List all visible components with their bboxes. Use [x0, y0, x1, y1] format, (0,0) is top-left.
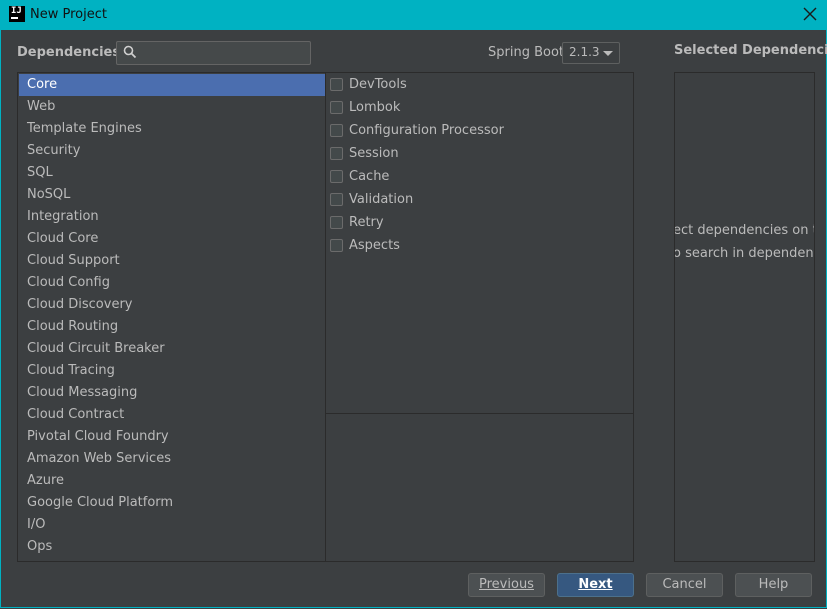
- dependency-label: Cache: [349, 169, 390, 184]
- category-item[interactable]: Cloud Contract: [19, 404, 325, 426]
- cancel-button[interactable]: Cancel: [646, 573, 723, 597]
- selected-hint-line-2: o search in dependencie: [675, 246, 814, 261]
- selected-dependencies-panel: ect dependencies on the o search in depe…: [674, 72, 815, 562]
- dependency-checkbox[interactable]: [330, 170, 343, 183]
- dependency-checkbox[interactable]: [330, 124, 343, 137]
- dependency-label: Retry: [349, 215, 384, 230]
- category-item[interactable]: Google Cloud Platform: [19, 492, 325, 514]
- spring-boot-label: Spring Boot: [488, 45, 565, 60]
- spring-boot-version-select[interactable]: 2.1.3: [562, 42, 620, 64]
- category-item[interactable]: Cloud Routing: [19, 316, 325, 338]
- dependency-item[interactable]: Aspects: [329, 235, 619, 257]
- dependency-checkbox[interactable]: [330, 193, 343, 206]
- dependency-item[interactable]: Retry: [329, 212, 619, 234]
- spring-boot-version-value: 2.1.3: [569, 45, 600, 59]
- dependency-label: Lombok: [349, 100, 401, 115]
- category-list: Core Web Template Engines Security SQL NoSQL I…: [17, 72, 326, 562]
- dependency-checkbox[interactable]: [330, 78, 343, 91]
- dependency-checkbox[interactable]: [330, 216, 343, 229]
- dependency-checkbox[interactable]: [330, 101, 343, 114]
- dependency-checkbox[interactable]: [330, 239, 343, 252]
- dependency-item[interactable]: Cache: [329, 166, 619, 188]
- category-item[interactable]: Security: [19, 140, 325, 162]
- next-button-label: Next: [578, 577, 613, 592]
- previous-button[interactable]: Previous: [468, 573, 545, 597]
- help-button[interactable]: Help: [735, 573, 812, 597]
- dependency-item[interactable]: DevTools: [329, 74, 619, 96]
- search-input[interactable]: [116, 41, 311, 65]
- category-item[interactable]: Integration: [19, 206, 325, 228]
- category-item[interactable]: Azure: [19, 470, 325, 492]
- category-item[interactable]: Cloud Messaging: [19, 382, 325, 404]
- cancel-button-label: Cancel: [662, 577, 707, 592]
- dependency-item[interactable]: Configuration Processor: [329, 120, 619, 142]
- category-item[interactable]: NoSQL: [19, 184, 325, 206]
- category-item[interactable]: Ops: [19, 536, 325, 558]
- dependency-description-panel: [325, 413, 634, 562]
- intellij-idea-icon: IJ: [9, 6, 25, 22]
- category-item[interactable]: Cloud Tracing: [19, 360, 325, 382]
- close-icon[interactable]: [801, 5, 819, 23]
- category-item[interactable]: Cloud Discovery: [19, 294, 325, 316]
- dependency-checklist: DevTools Lombok Configuration Processor Ses…: [325, 72, 634, 414]
- dependencies-label: Dependencies: [17, 45, 121, 60]
- category-item[interactable]: Core: [19, 74, 325, 96]
- selected-dependencies-title: Selected Dependencies: [674, 43, 827, 58]
- category-item[interactable]: Web: [19, 96, 325, 118]
- help-button-label: Help: [758, 577, 789, 592]
- previous-button-label: Previous: [479, 577, 534, 592]
- category-item[interactable]: Cloud Config: [19, 272, 325, 294]
- dependency-checkbox[interactable]: [330, 147, 343, 160]
- category-item[interactable]: Amazon Web Services: [19, 448, 325, 470]
- category-item[interactable]: Pivotal Cloud Foundry: [19, 426, 325, 448]
- next-button[interactable]: Next: [557, 573, 634, 597]
- window-title: New Project: [30, 7, 107, 22]
- dependency-item[interactable]: Session: [329, 143, 619, 165]
- category-item[interactable]: Template Engines: [19, 118, 325, 140]
- category-item[interactable]: Cloud Core: [19, 228, 325, 250]
- dependency-label: Validation: [349, 192, 414, 207]
- dependency-label: Session: [349, 146, 399, 161]
- category-item[interactable]: I/O: [19, 514, 325, 536]
- category-item[interactable]: Cloud Circuit Breaker: [19, 338, 325, 360]
- title-bar: IJ New Project: [0, 0, 827, 30]
- chevron-down-icon: [603, 51, 613, 56]
- category-item[interactable]: SQL: [19, 162, 325, 184]
- search-icon: [123, 45, 137, 59]
- selected-hint-line-1: ect dependencies on the: [674, 223, 814, 238]
- dependency-label: DevTools: [349, 77, 407, 92]
- dependency-item[interactable]: Lombok: [329, 97, 619, 119]
- dependency-item[interactable]: Validation: [329, 189, 619, 211]
- dependency-label: Configuration Processor: [349, 123, 504, 138]
- category-item[interactable]: Cloud Support: [19, 250, 325, 272]
- dependency-label: Aspects: [349, 238, 400, 253]
